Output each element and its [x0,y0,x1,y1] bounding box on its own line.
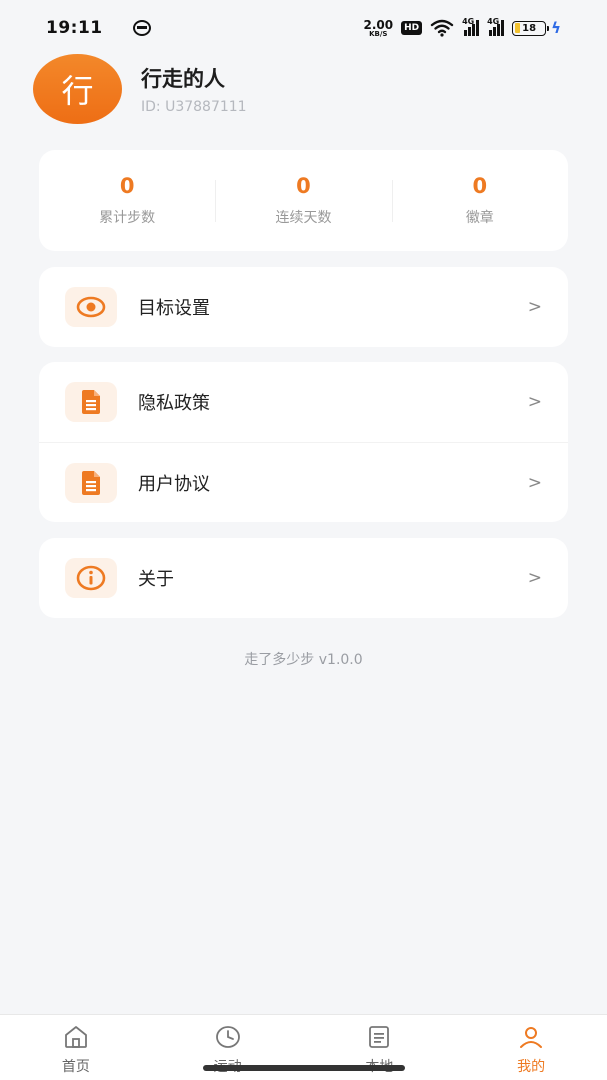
charging-icon: ϟ [551,19,561,37]
status-indicators: 2.00 KB/S HD 4G 4G 18 ϟ [363,17,561,38]
user-id: ID: U37887111 [141,99,247,115]
battery-level: 18 [522,22,537,34]
policy-card: 隐私政策 > 用户协议 > [39,362,568,522]
signal-icon: 4G [462,17,480,36]
menu-item-user-agreement[interactable]: 用户协议 > [39,442,568,522]
network-speed-value: 2.00 [363,17,394,32]
network-speed: 2.00 KB/S [363,19,393,38]
profile-header: 行 行走的人 ID: U37887111 [33,54,247,124]
chevron-right-icon: > [527,568,542,588]
status-time: 19:11 [46,18,103,38]
menu-item-about[interactable]: 关于 > [39,538,568,618]
stat-value: 0 [296,174,311,198]
stat-label: 徽章 [465,210,494,226]
tab-mine[interactable]: 我的 [455,1015,607,1080]
menu-label: 关于 [138,569,174,590]
user-name: 行走的人 [141,67,225,91]
stat-label: 连续天数 [275,210,332,226]
hd-badge: HD [401,21,423,35]
list-icon [366,1024,392,1050]
signal-label-2: 4G [487,17,500,26]
stat-value: 0 [119,174,135,198]
stat-streak-days: 0 连续天数 [215,174,391,227]
document-icon [65,382,117,422]
avatar[interactable]: 行 [33,54,122,124]
app-version: 走了多少步 v1.0.0 [244,652,363,668]
stat-value: 0 [472,174,488,198]
stats-card: 0 累计步数 0 连续天数 0 徽章 [39,150,568,251]
profile-info: 行走的人 ID: U37887111 [141,63,247,115]
goal-card: 目标设置 > [39,267,568,347]
signal-icon-2: 4G [487,17,505,36]
battery-icon: 18 [512,20,550,36]
chevron-right-icon: > [527,297,542,317]
home-indicator[interactable] [203,1065,405,1071]
status-bar: 19:11 2.00 KB/S HD 4G 4G 18 ϟ [0,0,607,56]
about-card: 关于 > [39,538,568,618]
tab-label: 我的 [517,1059,546,1075]
wifi-icon [430,19,454,37]
menu-label: 用户协议 [138,473,210,495]
menu-item-goal-settings[interactable]: 目标设置 > [39,267,568,347]
eye-icon [65,287,117,327]
home-icon [63,1024,89,1050]
tab-label: 首页 [61,1059,90,1075]
chevron-right-icon: > [527,392,542,412]
network-speed-unit: KB/S [369,29,388,38]
stat-total-steps: 0 累计步数 [39,174,215,227]
menu-label: 目标设置 [138,298,210,319]
notification-icon [132,20,151,36]
clock-icon [215,1024,241,1050]
info-icon [65,558,117,598]
tab-home[interactable]: 首页 [0,1015,152,1080]
signal-label: 4G [462,17,475,26]
menu-item-privacy-policy[interactable]: 隐私政策 > [39,362,568,442]
stat-label: 累计步数 [99,210,156,226]
stat-badges: 0 徽章 [391,174,568,227]
menu-label: 隐私政策 [138,393,210,414]
person-icon [518,1024,544,1050]
chevron-right-icon: > [527,472,542,493]
document-icon [65,462,117,503]
